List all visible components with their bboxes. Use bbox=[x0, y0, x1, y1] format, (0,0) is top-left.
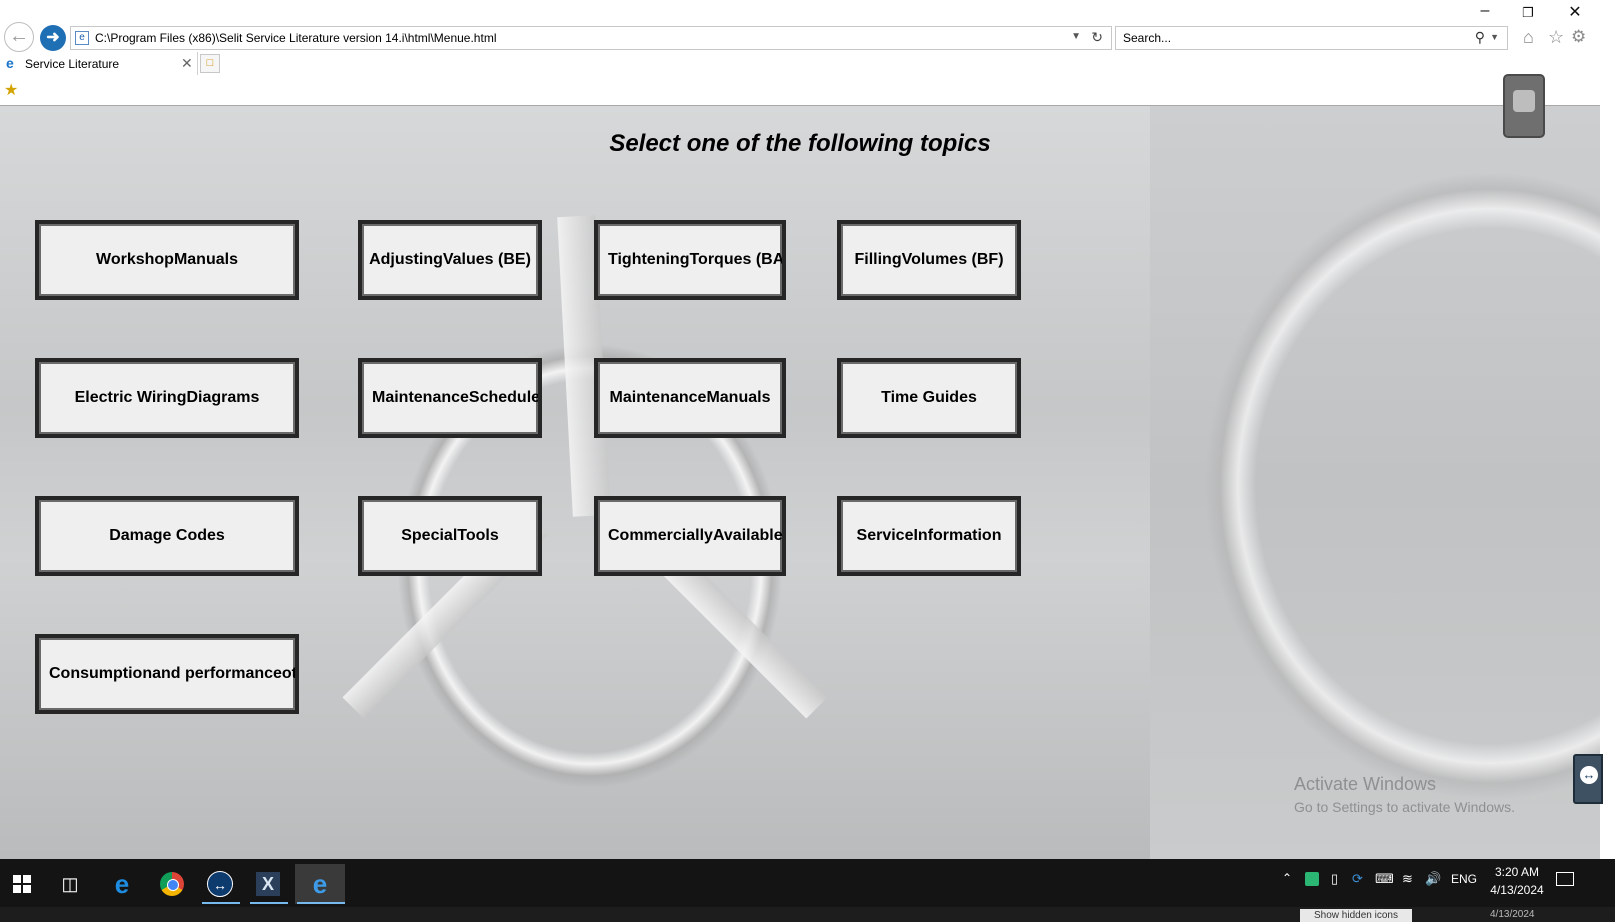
topic-maintenance-manuals[interactable]: MaintenanceManuals bbox=[594, 358, 786, 438]
running-indicator bbox=[250, 902, 288, 904]
topic-electric-wiring-diagrams[interactable]: Electric WiringDiagrams bbox=[35, 358, 299, 438]
forward-arrow-icon: ➜ bbox=[46, 29, 60, 46]
home-icon[interactable]: ⌂ bbox=[1523, 27, 1534, 48]
internet-explorer-icon: e bbox=[312, 868, 328, 899]
topic-consumption-performance[interactable]: Consumptionand performanceoti bbox=[35, 634, 299, 714]
page-icon: e bbox=[75, 31, 89, 45]
windows-taskbar: ◫ e ↔ X e ⌃ ▯ ⟳ ⌨ ≋ 🔊 ENG 3:20 AM 4/13/2… bbox=[0, 859, 1615, 922]
refresh-icon[interactable]: ↻ bbox=[1091, 29, 1103, 46]
topic-time-guides[interactable]: Time Guides bbox=[837, 358, 1021, 438]
show-hidden-icons-tooltip: Show hidden icons bbox=[1300, 909, 1412, 922]
tab-strip: e Service Literature ✕ □ bbox=[0, 52, 1600, 75]
language-indicator[interactable]: ENG bbox=[1451, 872, 1477, 886]
search-dropdown-icon[interactable]: ▼ bbox=[1490, 32, 1499, 42]
task-view-button[interactable]: ◫ bbox=[48, 864, 92, 904]
address-text[interactable]: C:\Program Files (x86)\Selit Service Lit… bbox=[95, 31, 496, 45]
volume-icon[interactable]: 🔊 bbox=[1425, 871, 1441, 887]
show-hidden-icons-chevron-icon[interactable]: ⌃ bbox=[1282, 871, 1292, 885]
close-window-button[interactable]: ✕ bbox=[1555, 2, 1595, 22]
add-favorite-icon[interactable]: ★ bbox=[4, 80, 18, 100]
topic-maintenance-schedule[interactable]: MaintenanceSchedule bbox=[358, 358, 542, 438]
teamviewer-taskbar-button[interactable]: ↔ bbox=[198, 864, 242, 904]
activation-watermark-text: Go to Settings to activate Windows. bbox=[1294, 799, 1515, 815]
star-icon[interactable]: ☆ bbox=[1548, 27, 1564, 48]
chrome-taskbar-button[interactable] bbox=[150, 864, 194, 904]
page-title: Select one of the following topics bbox=[609, 130, 991, 157]
edge-icon: e bbox=[114, 868, 130, 899]
topic-workshop-manuals[interactable]: WorkshopManuals bbox=[35, 220, 299, 300]
windows-logo-icon bbox=[13, 875, 31, 893]
tray-ime-icon[interactable]: ⌨ bbox=[1375, 871, 1394, 887]
topic-commercially-available-tools[interactable]: CommerciallyAvailable Tools bbox=[594, 496, 786, 576]
topic-special-tools[interactable]: SpecialTools bbox=[358, 496, 542, 576]
topic-tightening-torques[interactable]: TighteningTorques (BA) bbox=[594, 220, 786, 300]
teamviewer-icon: ↔ bbox=[1580, 766, 1598, 784]
ghost-date: 4/13/2024 bbox=[1490, 909, 1535, 920]
minimize-button[interactable]: – bbox=[1465, 2, 1505, 20]
address-dropdown-icon[interactable]: ▼ bbox=[1071, 31, 1081, 42]
new-tab-button[interactable]: □ bbox=[200, 54, 220, 73]
task-view-icon: ◫ bbox=[61, 873, 79, 894]
back-arrow-icon: ← bbox=[9, 25, 29, 47]
restore-button[interactable]: ❐ bbox=[1508, 5, 1548, 21]
favorites-bar: ★ bbox=[0, 75, 1600, 106]
network-icon[interactable]: ≋ bbox=[1402, 871, 1413, 887]
topic-adjusting-values[interactable]: AdjustingValues (BE) bbox=[358, 220, 542, 300]
tray-app-icon[interactable] bbox=[1305, 872, 1319, 886]
notification-center-icon[interactable] bbox=[1556, 872, 1574, 886]
system-clock[interactable]: 3:20 AM 4/13/2024 bbox=[1487, 863, 1547, 899]
topic-service-information[interactable]: ServiceInformation bbox=[837, 496, 1021, 576]
topic-damage-codes[interactable]: Damage Codes bbox=[35, 496, 299, 576]
edge-taskbar-button[interactable]: e bbox=[100, 864, 144, 904]
search-bar[interactable]: Search... ⚲ ▼ bbox=[1115, 26, 1508, 50]
search-input[interactable]: Search... bbox=[1123, 31, 1171, 45]
internet-explorer-taskbar-button[interactable]: e bbox=[295, 864, 345, 904]
teamviewer-side-panel[interactable]: ↔ bbox=[1573, 754, 1603, 804]
topic-filling-volumes[interactable]: FillingVolumes (BF) bbox=[837, 220, 1021, 300]
running-indicator bbox=[297, 902, 345, 904]
clock-time: 3:20 AM bbox=[1494, 865, 1540, 879]
background-image-right bbox=[1150, 106, 1600, 859]
xentry-taskbar-button[interactable]: X bbox=[246, 864, 290, 904]
running-indicator bbox=[202, 902, 240, 904]
clock-date: 4/13/2024 bbox=[1490, 883, 1544, 897]
tab-service-literature[interactable]: e Service Literature ✕ bbox=[0, 52, 198, 75]
forward-button[interactable]: ➜ bbox=[40, 25, 66, 51]
search-icon[interactable]: ⚲ bbox=[1475, 29, 1485, 46]
address-bar[interactable]: e C:\Program Files (x86)\Selit Service L… bbox=[70, 26, 1112, 50]
page-content: Select one of the following topics Works… bbox=[0, 106, 1600, 859]
gear-icon[interactable]: ⚙ bbox=[1571, 27, 1586, 47]
chrome-icon bbox=[160, 872, 184, 896]
ie-icon: e bbox=[6, 55, 14, 71]
back-button[interactable]: ← bbox=[4, 22, 34, 52]
tab-label: Service Literature bbox=[25, 57, 120, 71]
teamviewer-icon: ↔ bbox=[207, 871, 233, 897]
activation-watermark-title: Activate Windows bbox=[1294, 774, 1437, 794]
tab-close-icon[interactable]: ✕ bbox=[181, 55, 193, 72]
robot-widget-icon[interactable] bbox=[1503, 74, 1545, 138]
tray-sync-icon[interactable]: ⟳ bbox=[1352, 871, 1363, 887]
browser-toolbar: ← ➜ e C:\Program Files (x86)\Selit Servi… bbox=[0, 0, 1600, 52]
start-button[interactable] bbox=[0, 864, 44, 904]
tray-usb-icon[interactable]: ▯ bbox=[1331, 871, 1338, 887]
xentry-icon: X bbox=[256, 872, 280, 896]
